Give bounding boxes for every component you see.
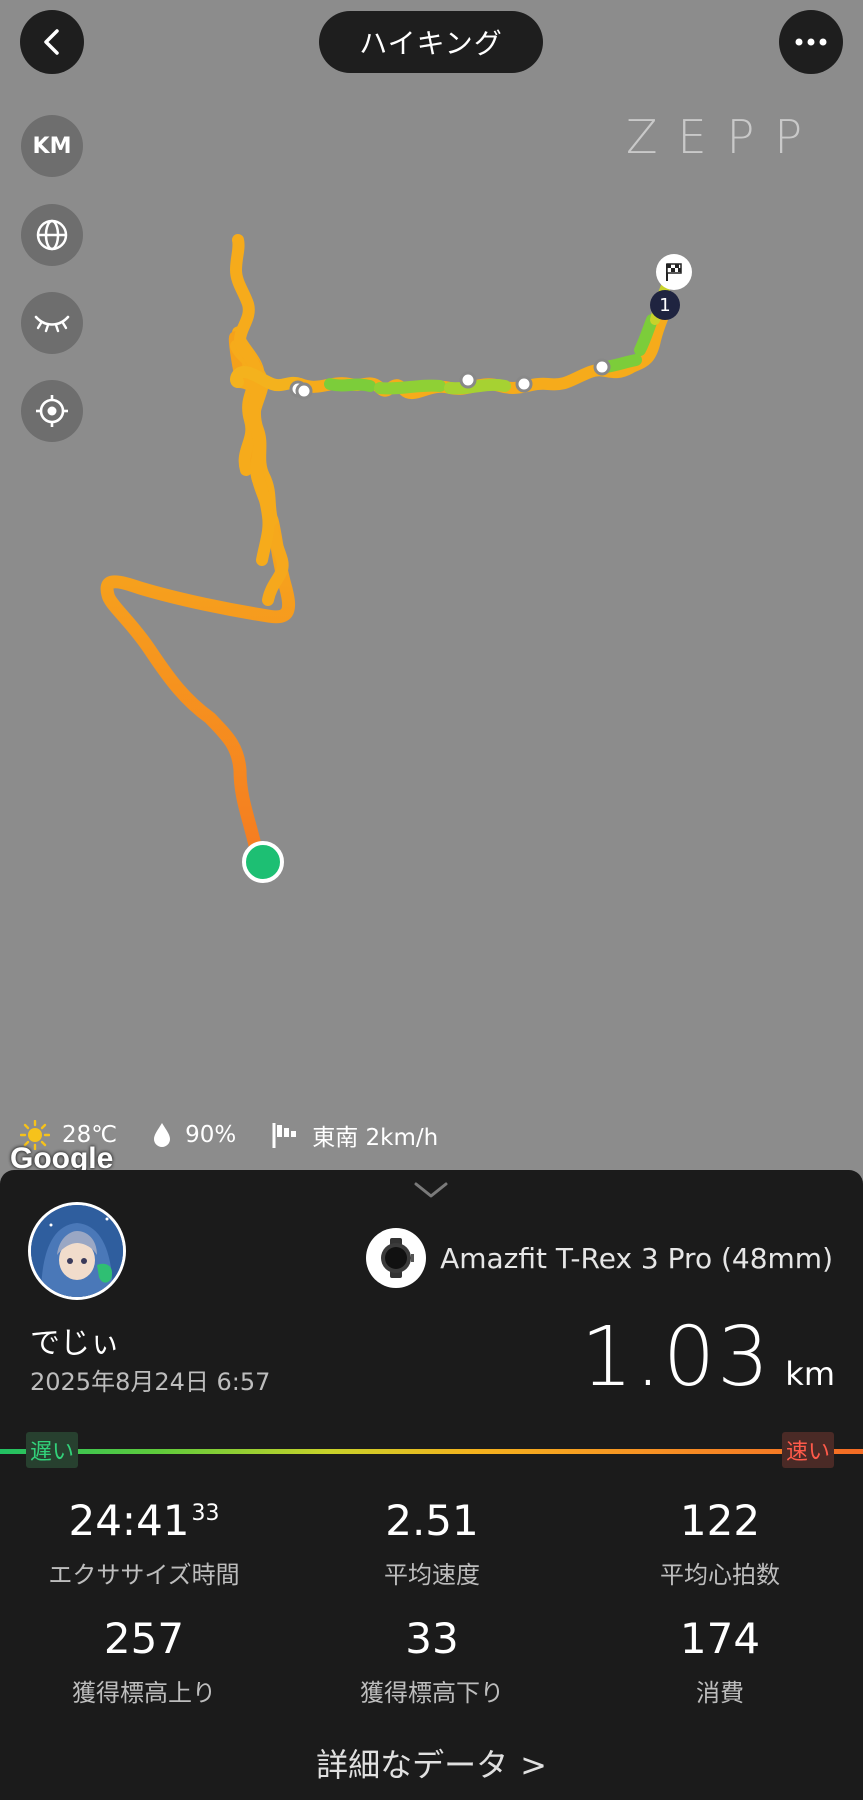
back-button[interactable] <box>20 10 84 74</box>
map-layer-button[interactable] <box>21 204 83 266</box>
stat-label: 平均速度 <box>384 1561 480 1589</box>
finish-flag-marker[interactable] <box>656 254 692 290</box>
device-info[interactable]: Amazfit T-Rex 3 Pro (48mm) <box>366 1228 833 1288</box>
waypoint-dot[interactable] <box>459 371 477 389</box>
stat-elevation-gain: 257 獲得標高上り <box>0 1614 288 1708</box>
wind-value: 東南 2km/h <box>312 1125 439 1151</box>
stat-label: 獲得標高下り <box>360 1679 504 1707</box>
stat-elevation-loss: 33 獲得標高下り <box>288 1614 576 1708</box>
distance-value: 1.03 <box>580 1310 772 1405</box>
detailed-data-label: 詳細なデータ <box>316 1746 509 1784</box>
chevron-left-icon <box>44 29 59 55</box>
wind-item: 東南 2km/h <box>270 1118 438 1152</box>
start-marker[interactable] <box>242 841 284 883</box>
globe-icon <box>36 219 68 251</box>
stat-label: 獲得標高上り <box>72 1679 216 1707</box>
route-track <box>100 234 674 865</box>
zepp-logo: ZEPP <box>626 110 823 164</box>
waypoint-dot[interactable] <box>515 375 533 393</box>
stat-calories: 174 消費 <box>576 1614 863 1708</box>
humidity-value: 90% <box>185 1122 237 1148</box>
hide-route-button[interactable] <box>21 292 83 354</box>
avatar[interactable] <box>28 1202 126 1300</box>
checkered-flag-icon <box>666 263 682 281</box>
lap-marker-number: 1 <box>659 294 671 316</box>
device-name: Amazfit T-Rex 3 Pro (48mm) <box>440 1241 833 1275</box>
stat-average-speed: 2.51 平均速度 <box>288 1496 576 1590</box>
speed-legend-fast: 速い <box>782 1432 835 1468</box>
unit-toggle-label: KM <box>32 133 72 159</box>
stat-label: エクササイズ時間 <box>48 1561 240 1589</box>
stat-average-heart-rate: 122 平均心拍数 <box>576 1496 863 1590</box>
watch-icon <box>366 1228 427 1288</box>
activity-datetime: 2025年8月24日 6:57 <box>30 1368 271 1396</box>
stat-value: 257 <box>103 1614 185 1663</box>
locate-button[interactable] <box>21 380 83 442</box>
waypoint-dot[interactable] <box>593 358 611 376</box>
eye-closed-icon <box>34 315 70 333</box>
detailed-data-link[interactable]: 詳細なデータ > <box>0 1740 863 1786</box>
chevron-right-icon: > <box>520 1746 547 1784</box>
stat-exercise-time: 24:4133 エクササイズ時間 <box>0 1496 288 1590</box>
distance-unit: km <box>785 1355 835 1393</box>
speed-legend-slow: 遅い <box>26 1432 79 1468</box>
route-map[interactable]: 1 ハイキング ZEPP KM 28℃ 90% 東南 2km/h Google <box>0 0 863 1175</box>
activity-type-label: ハイキング <box>359 27 503 60</box>
stat-value-seconds: 33 <box>191 1501 220 1526</box>
wind-flag-icon <box>272 1123 297 1148</box>
more-dots-icon <box>795 38 827 46</box>
speed-legend-bar <box>0 1449 863 1454</box>
activity-type-title[interactable]: ハイキング <box>319 11 543 73</box>
crosshair-icon <box>36 395 68 427</box>
stat-value: 33 <box>405 1614 459 1663</box>
avatar-image <box>31 1205 123 1297</box>
water-drop-icon <box>154 1123 171 1147</box>
waypoint-dot[interactable] <box>295 382 313 400</box>
lap-marker[interactable]: 1 <box>650 290 680 320</box>
stat-value: 122 <box>679 1496 761 1545</box>
chevron-down-icon[interactable] <box>413 1180 449 1200</box>
humidity-item: 90% <box>151 1121 236 1149</box>
stat-value: 24:41 <box>68 1496 190 1545</box>
stat-label: 平均心拍数 <box>660 1561 780 1589</box>
user-name: でじぃ <box>30 1326 120 1361</box>
stat-label: 消費 <box>696 1679 744 1707</box>
unit-toggle-button[interactable]: KM <box>21 115 83 177</box>
stat-value: 2.51 <box>385 1496 479 1545</box>
more-options-button[interactable] <box>779 10 843 74</box>
total-distance: 1.03 km <box>581 1310 835 1405</box>
stat-value: 174 <box>679 1614 761 1663</box>
